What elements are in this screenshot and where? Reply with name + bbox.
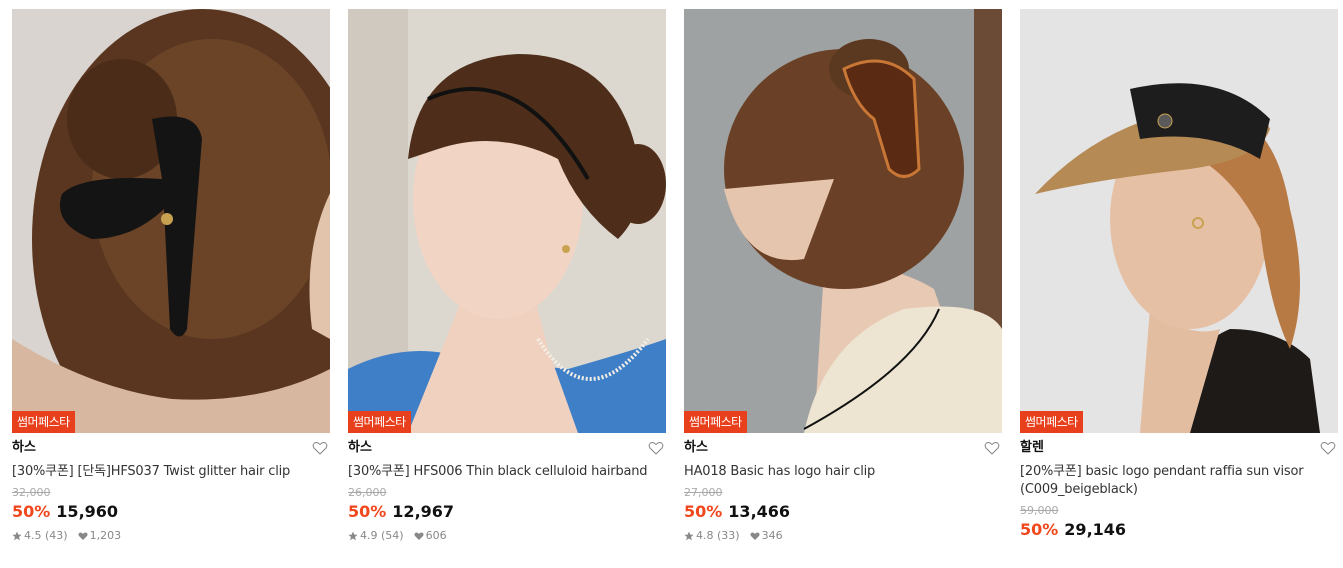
product-stats: 4.9 (54) 606 xyxy=(348,529,666,543)
brand-name[interactable]: 하스 xyxy=(684,439,1002,457)
like-count: 346 xyxy=(761,529,783,542)
star-icon xyxy=(684,531,694,541)
product-title[interactable]: [30%쿠폰] [단독]HFS037 Twist glitter hair cl… xyxy=(12,463,330,481)
discount-rate: 50% xyxy=(348,502,387,521)
review-count: (33) xyxy=(717,529,740,542)
product-grid: 썸머페스타 하스 [30%쿠폰] [단독]HFS037 Twist glitte… xyxy=(12,9,1338,543)
sale-price: 29,146 xyxy=(1064,520,1127,539)
price-line: 50% 13,466 xyxy=(684,502,1002,522)
rating-value: 4.5 xyxy=(24,529,42,542)
product-title[interactable]: [20%쿠폰] basic logo pendant raffia sun vi… xyxy=(1020,463,1338,499)
product-title[interactable]: [30%쿠폰] HFS006 Thin black celluloid hair… xyxy=(348,463,666,481)
like-count: 1,203 xyxy=(89,529,122,542)
promo-badge: 썸머페스타 xyxy=(12,411,75,433)
product-image[interactable]: 썸머페스타 xyxy=(348,9,666,433)
star-icon xyxy=(348,531,358,541)
price-line: 50% 12,967 xyxy=(348,502,666,522)
product-image[interactable]: 썸머페스타 xyxy=(1020,9,1338,433)
sale-price: 13,466 xyxy=(728,502,791,521)
sale-price: 15,960 xyxy=(56,502,119,521)
price-line: 50% 29,146 xyxy=(1020,520,1338,540)
like-count: 606 xyxy=(425,529,447,542)
original-price: 59,000 xyxy=(1020,504,1059,517)
heart-icon[interactable] xyxy=(648,440,664,456)
discount-rate: 50% xyxy=(684,502,723,521)
product-card[interactable]: 썸머페스타 하스 HA018 Basic has logo hair clip … xyxy=(684,9,1002,543)
original-price: 27,000 xyxy=(684,486,723,499)
product-card[interactable]: 썸머페스타 하스 [30%쿠폰] HFS006 Thin black cellu… xyxy=(348,9,666,543)
product-stats: 4.8 (33) 346 xyxy=(684,529,1002,543)
review-count: (54) xyxy=(381,529,404,542)
heart-icon[interactable] xyxy=(984,440,1000,456)
promo-badge: 썸머페스타 xyxy=(348,411,411,433)
review-count: (43) xyxy=(45,529,68,542)
rating-value: 4.8 xyxy=(696,529,714,542)
brand-name[interactable]: 할렌 xyxy=(1020,439,1338,457)
product-card[interactable]: 썸머페스타 하스 [30%쿠폰] [단독]HFS037 Twist glitte… xyxy=(12,9,330,543)
promo-badge: 썸머페스타 xyxy=(1020,411,1083,433)
heart-icon[interactable] xyxy=(1320,440,1336,456)
product-stats: 4.5 (43) 1,203 xyxy=(12,529,330,543)
brand-name[interactable]: 하스 xyxy=(12,439,330,457)
heart-small-icon xyxy=(414,532,424,540)
discount-rate: 50% xyxy=(1020,520,1059,539)
promo-badge: 썸머페스타 xyxy=(684,411,747,433)
heart-small-icon xyxy=(750,532,760,540)
original-price: 32,000 xyxy=(12,486,51,499)
star-icon xyxy=(12,531,22,541)
product-image[interactable]: 썸머페스타 xyxy=(12,9,330,433)
product-card[interactable]: 썸머페스타 할렌 [20%쿠폰] basic logo pendant raff… xyxy=(1020,9,1338,543)
discount-rate: 50% xyxy=(12,502,51,521)
sale-price: 12,967 xyxy=(392,502,455,521)
heart-small-icon xyxy=(78,532,88,540)
product-image[interactable]: 썸머페스타 xyxy=(684,9,1002,433)
price-line: 50% 15,960 xyxy=(12,502,330,522)
rating-value: 4.9 xyxy=(360,529,378,542)
heart-icon[interactable] xyxy=(312,440,328,456)
brand-name[interactable]: 하스 xyxy=(348,439,666,457)
original-price: 26,000 xyxy=(348,486,387,499)
product-title[interactable]: HA018 Basic has logo hair clip xyxy=(684,463,1002,481)
